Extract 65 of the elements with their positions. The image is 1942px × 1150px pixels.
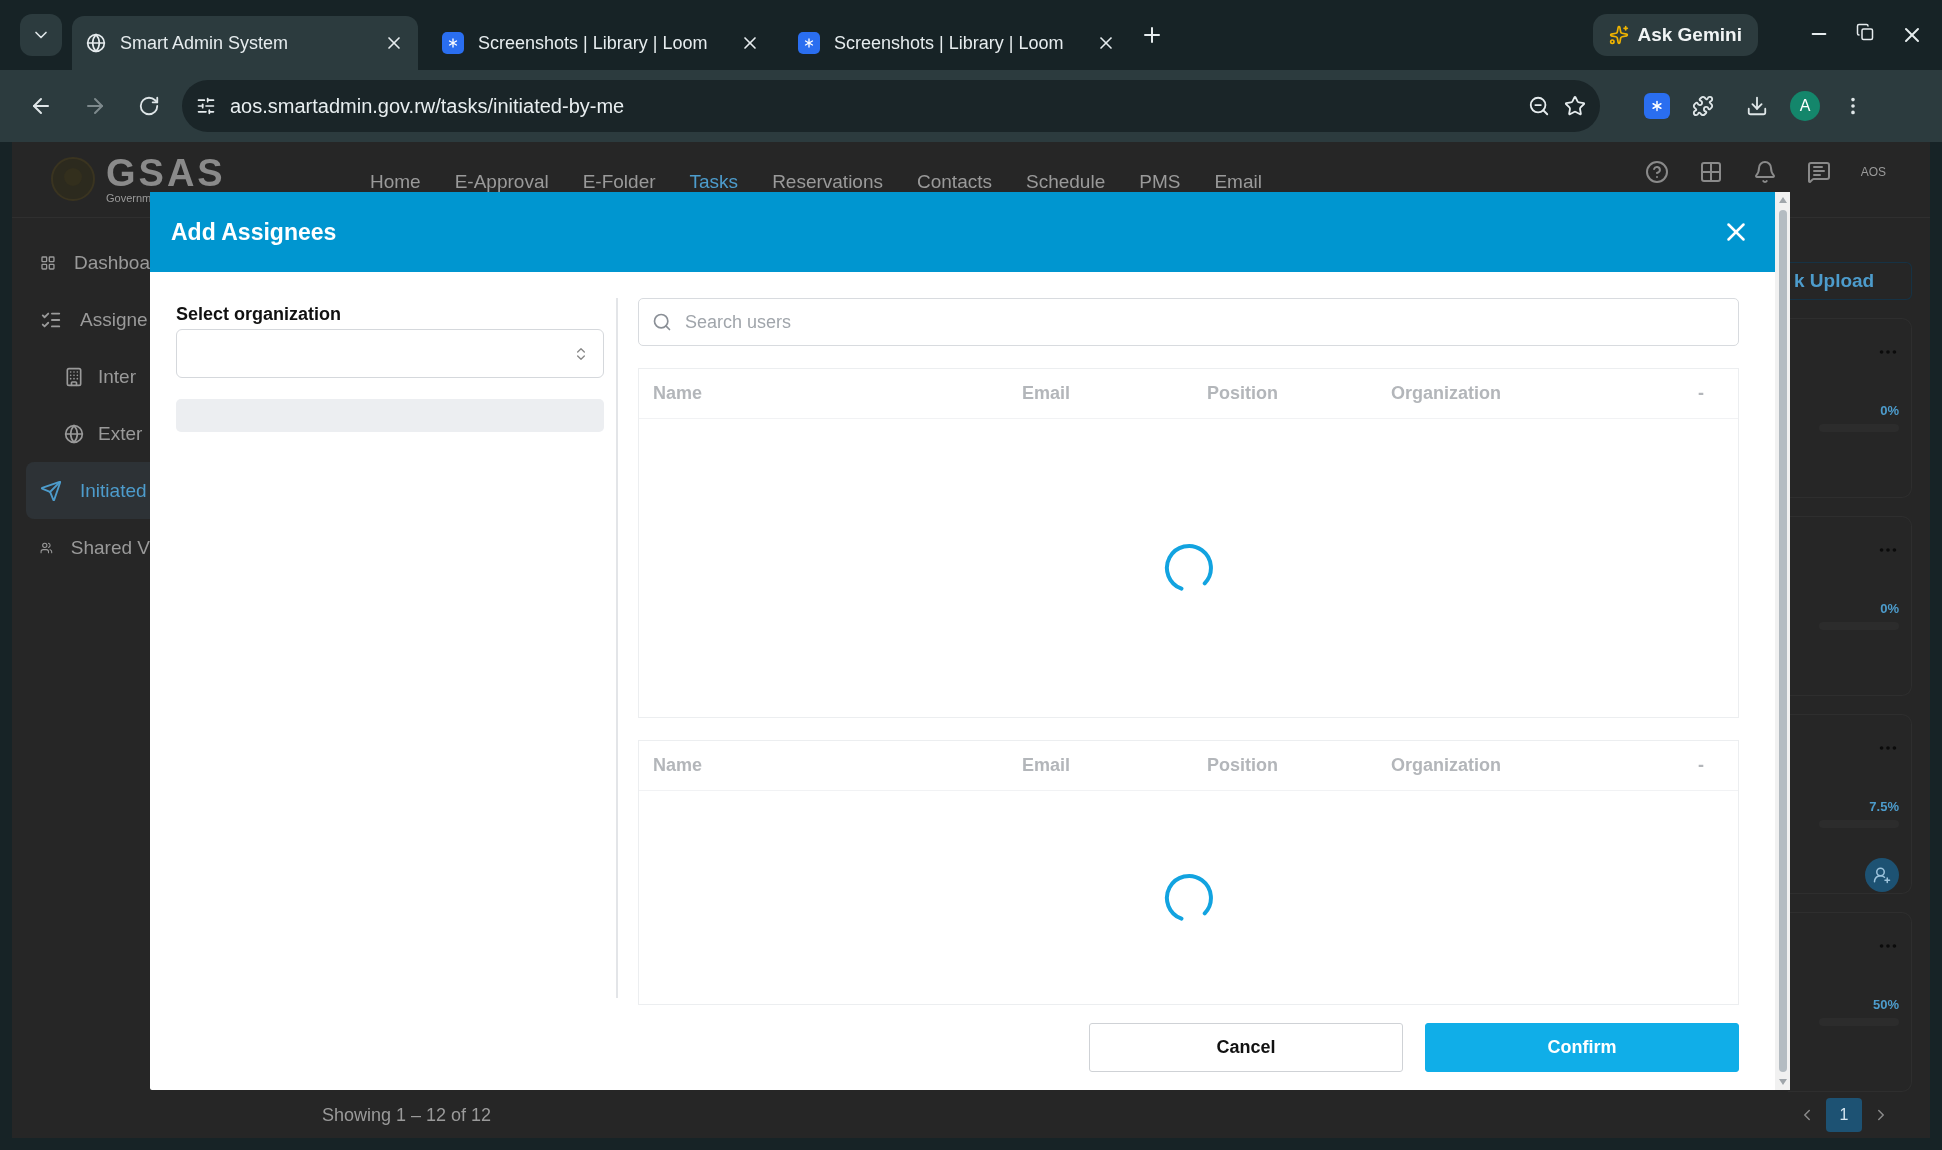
browser-tab[interactable]: Smart Admin System <box>72 16 418 70</box>
sidebar-item[interactable]: Shared V <box>26 519 150 576</box>
sidebar-item[interactable]: Exter <box>26 405 150 462</box>
puzzle-icon[interactable] <box>1692 95 1714 117</box>
progress-text: 0% <box>1880 403 1899 418</box>
sidebar-item[interactable]: Assigne <box>26 291 150 348</box>
sidebar-icon <box>64 366 84 387</box>
ask-gemini-button[interactable]: Ask Gemini <box>1593 14 1758 56</box>
progress-text: 7.5% <box>1869 799 1899 814</box>
browser-tab[interactable]: Screenshots | Library | Loom <box>428 16 774 70</box>
column-header: Name <box>653 383 704 404</box>
download-icon[interactable] <box>1746 95 1768 117</box>
nav-link[interactable]: PMS <box>1139 171 1181 193</box>
nav-link[interactable]: Reservations <box>772 171 883 193</box>
sidebar-item[interactable]: Initiated <box>26 462 150 519</box>
column-header: - <box>1698 383 1705 404</box>
address-bar[interactable]: aos.smartadmin.gov.rw/tasks/initiated-by-me <box>182 80 1600 132</box>
logo-text: GSAS <box>106 154 226 192</box>
restore-icon[interactable] <box>1856 23 1874 41</box>
cancel-button[interactable]: Cancel <box>1089 1023 1403 1072</box>
column-header: Email <box>1022 383 1072 404</box>
nav-link[interactable]: Tasks <box>689 171 739 193</box>
column-header: - <box>1698 755 1705 776</box>
nav-link[interactable]: Contacts <box>917 171 992 193</box>
sparkle-icon <box>1609 25 1630 45</box>
page-button[interactable]: 1 <box>1826 1098 1862 1132</box>
dialog-title: Add Assignees <box>171 218 338 246</box>
sidebar-item[interactable]: Inter <box>26 348 150 405</box>
loading-spinner <box>1162 542 1215 594</box>
nav-link[interactable]: E-Approval <box>454 171 549 193</box>
site-settings-icon[interactable] <box>196 96 216 116</box>
reload-icon[interactable] <box>138 95 160 117</box>
column-header: Email <box>1022 755 1072 776</box>
search-field[interactable]: Search users <box>638 298 1739 346</box>
sidebar-item[interactable]: Dashboa <box>26 234 150 291</box>
column-header: Name <box>653 755 704 776</box>
account-label[interactable]: AOS <box>1860 165 1886 179</box>
user-plus-icon <box>1873 866 1891 884</box>
assign-user-button[interactable] <box>1865 858 1899 892</box>
progress-text: 50% <box>1872 997 1899 1012</box>
progress-text: 0% <box>1880 601 1899 616</box>
star-icon[interactable] <box>1564 95 1586 117</box>
profile-avatar[interactable]: A <box>1790 91 1820 121</box>
help-icon[interactable] <box>1644 160 1669 184</box>
nav-link[interactable]: Schedule <box>1026 171 1106 193</box>
zoom-icon[interactable] <box>1528 95 1550 117</box>
nav-link[interactable]: Email <box>1214 171 1262 193</box>
globe-icon <box>86 33 106 53</box>
sidebar-icon <box>64 423 84 444</box>
column-header: Position <box>1207 383 1279 404</box>
nav-link[interactable]: Home <box>370 171 421 193</box>
message-icon[interactable] <box>1806 160 1831 184</box>
column-header: Organization <box>1391 383 1502 404</box>
bell-icon[interactable] <box>1752 160 1777 184</box>
sidebar-icon <box>40 479 62 502</box>
field-label: Select organization <box>176 304 343 325</box>
browser-tab[interactable]: Screenshots | Library | Loom <box>784 16 1130 70</box>
search-icon <box>652 312 672 332</box>
nav-link[interactable]: E-Folder <box>582 171 656 193</box>
column-header: Organization <box>1391 755 1502 776</box>
column-header: Position <box>1207 755 1279 776</box>
loading-spinner <box>1162 871 1215 924</box>
results-count: Showing 1 – 12 of 12 <box>322 1104 492 1126</box>
logo-subtitle: Governm <box>106 192 153 204</box>
apps-icon[interactable] <box>1698 160 1723 184</box>
